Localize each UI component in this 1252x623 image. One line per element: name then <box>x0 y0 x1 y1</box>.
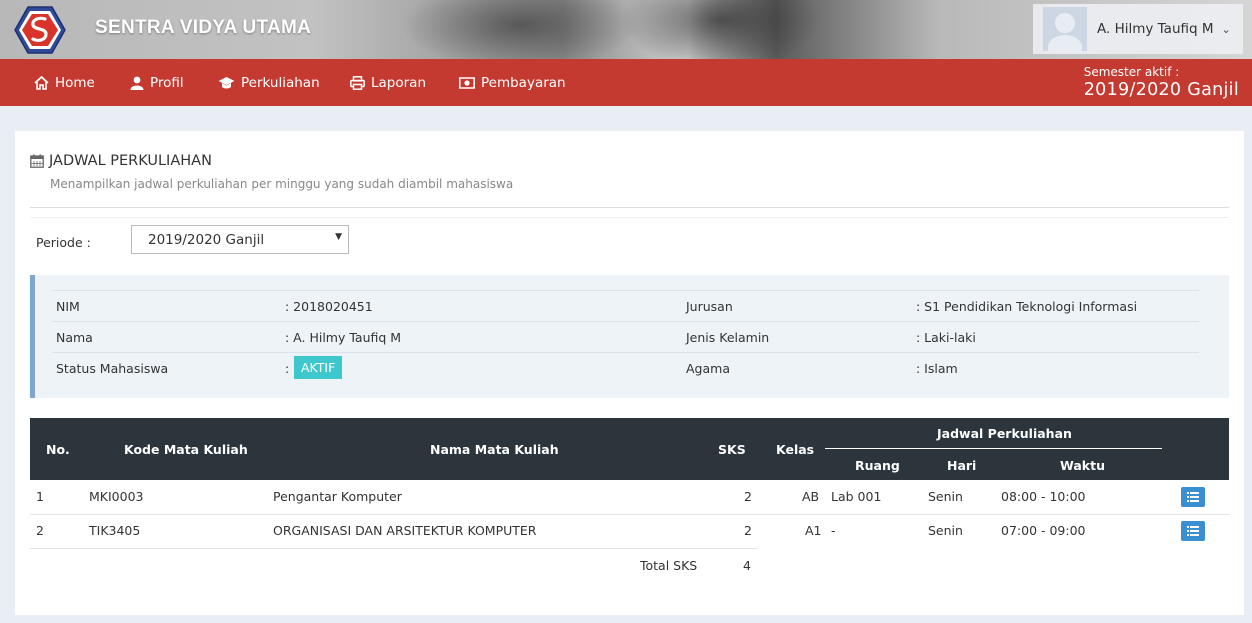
status-label: Status Mahasiswa <box>56 361 169 376</box>
table-row: 1 MKI0003 Pengantar Komputer 2 AB Lab 00… <box>30 480 1229 514</box>
col-jadwal: Jadwal Perkuliahan <box>937 426 1072 441</box>
list-icon <box>1187 526 1199 536</box>
university-logo <box>14 6 66 54</box>
cell-ruang: - <box>831 523 836 538</box>
status-value-wrap: AKTIF <box>294 356 343 384</box>
semester-value: 2019/2020 Ganjil <box>1083 80 1239 100</box>
nav-laporan[interactable]: Laporan <box>350 59 426 106</box>
user-name: A. Hilmy Taufiq M <box>1097 21 1214 37</box>
nav-pembayaran-label: Pembayaran <box>481 74 566 91</box>
page-title: JADWAL PERKULIAHAN <box>30 153 212 169</box>
detail-button[interactable] <box>1181 521 1205 541</box>
semester-label: Semester aktif : <box>1083 65 1180 79</box>
brand-name: SENTRA VIDYA UTAMA <box>95 17 312 38</box>
col-ruang: Ruang <box>855 458 900 473</box>
cell-sks: 2 <box>744 523 752 538</box>
page-subtitle: Menampilkan jadwal perkuliahan per mingg… <box>50 177 514 191</box>
detail-button[interactable] <box>1181 487 1205 507</box>
student-info: NIM : 2018020451 Jurusan : S1 Pendidikan… <box>30 275 1229 398</box>
nav-profil-label: Profil <box>150 74 184 91</box>
cell-nama: ORGANISASI DAN ARSITEKTUR KOMPUTER <box>273 523 537 538</box>
nav-home[interactable]: Home <box>34 59 95 106</box>
list-icon <box>1187 492 1199 502</box>
periode-label: Periode : <box>36 235 91 250</box>
money-icon <box>459 76 475 89</box>
cell-waktu: 08:00 - 10:00 <box>1001 489 1086 504</box>
col-nama: Nama Mata Kuliah <box>430 442 559 457</box>
avatar <box>1043 7 1087 51</box>
nim-label: NIM <box>56 299 80 314</box>
info-row-nim: NIM : 2018020451 Jurusan : S1 Pendidikan… <box>52 290 1199 321</box>
active-semester: Semester aktif : 2019/2020 Ganjil <box>1084 65 1239 100</box>
nav-perkuliahan[interactable]: Perkuliahan <box>218 59 320 106</box>
jenis-kelamin-value: : Laki-laki <box>916 330 976 345</box>
banner-photo <box>400 0 640 59</box>
jurusan-value: : S1 Pendidikan Teknologi Informasi <box>916 299 1138 314</box>
divider <box>30 548 758 549</box>
info-row-status: Status Mahasiswa : AKTIF Agama : Islam <box>52 352 1199 383</box>
col-hari: Hari <box>947 458 977 473</box>
home-icon <box>34 75 49 90</box>
divider <box>825 448 1162 449</box>
calendar-icon <box>30 154 44 168</box>
cell-ruang: Lab 001 <box>831 489 882 504</box>
status-colon: : <box>285 361 290 376</box>
total-sks-label: Total SKS <box>640 558 698 573</box>
info-row-nama: Nama : A. Hilmy Taufiq M Jenis Kelamin :… <box>52 321 1199 352</box>
cell-no: 1 <box>36 489 44 504</box>
dropdown-arrow-icon: ▼ <box>335 232 342 242</box>
col-kode: Kode Mata Kuliah <box>124 442 248 457</box>
nav-home-label: Home <box>55 74 95 91</box>
total-sks-value: 4 <box>743 558 751 573</box>
user-icon <box>130 76 144 90</box>
agama-value: : Islam <box>916 361 958 376</box>
table-row: 2 TIK3405 ORGANISASI DAN ARSITEKTUR KOMP… <box>30 514 1229 548</box>
status-badge: AKTIF <box>294 356 343 379</box>
cell-sks: 2 <box>744 489 752 504</box>
cell-nama: Pengantar Komputer <box>273 489 402 504</box>
col-no: No. <box>46 442 70 457</box>
main-nav: Home Profil Perkuliahan Laporan Pembayar… <box>0 59 1252 106</box>
nav-perkuliahan-label: Perkuliahan <box>241 74 320 91</box>
content-panel: JADWAL PERKULIAHAN Menampilkan jadwal pe… <box>15 131 1244 615</box>
divider <box>30 207 1229 208</box>
divider <box>30 217 1229 218</box>
cell-hari: Senin <box>928 489 963 504</box>
periode-value: 2019/2020 Ganjil <box>148 231 265 248</box>
chevron-down-icon: ⌄ <box>1221 22 1231 36</box>
header-banner: SENTRA VIDYA UTAMA A. Hilmy Taufiq M ⌄ <box>0 0 1252 59</box>
nav-pembayaran[interactable]: Pembayaran <box>459 59 566 106</box>
graduation-cap-icon <box>218 77 235 89</box>
agama-label: Agama <box>686 361 730 376</box>
nama-value: : A. Hilmy Taufiq M <box>285 330 402 345</box>
cell-hari: Senin <box>928 523 963 538</box>
cell-kode: MKI0003 <box>89 489 144 504</box>
nav-laporan-label: Laporan <box>371 74 427 91</box>
page-title-text: JADWAL PERKULIAHAN <box>49 153 212 169</box>
cell-kelas: A1 <box>805 523 822 538</box>
nim-value: : 2018020451 <box>285 299 373 314</box>
cell-waktu: 07:00 - 09:00 <box>1001 523 1086 538</box>
jenis-kelamin-label: Jenis Kelamin <box>686 330 770 345</box>
nama-label: Nama <box>56 330 93 345</box>
col-waktu: Waktu <box>1060 458 1105 473</box>
user-menu[interactable]: A. Hilmy Taufiq M ⌄ <box>1033 4 1243 54</box>
banner-photo-shade <box>620 0 820 59</box>
table-header: No. Kode Mata Kuliah Nama Mata Kuliah SK… <box>30 418 1229 480</box>
cell-no: 2 <box>36 523 44 538</box>
cell-kelas: AB <box>802 489 820 504</box>
periode-select[interactable]: 2019/2020 Ganjil ▼ <box>131 225 349 254</box>
col-sks: SKS <box>718 442 746 457</box>
col-kelas: Kelas <box>776 442 815 457</box>
cell-kode: TIK3405 <box>89 523 141 538</box>
jurusan-label: Jurusan <box>686 299 733 314</box>
nav-profil[interactable]: Profil <box>130 59 184 106</box>
printer-icon <box>350 75 365 90</box>
